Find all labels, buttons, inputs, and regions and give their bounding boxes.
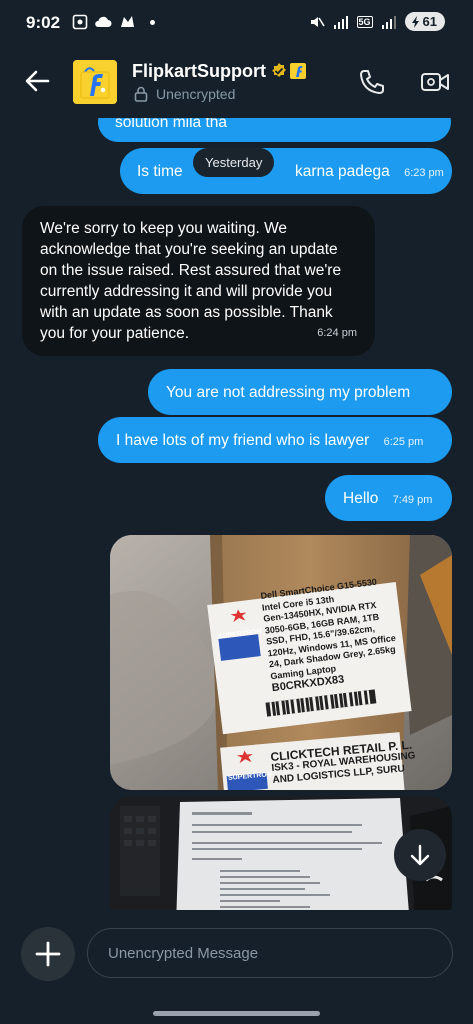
back-arrow-icon[interactable] — [22, 66, 52, 96]
message-time: 6:25 pm — [383, 436, 424, 448]
signal-icon — [333, 15, 348, 29]
message-bubble-incoming[interactable]: We're sorry to keep you waiting. We ackn… — [22, 206, 375, 356]
charging-icon — [411, 15, 419, 28]
encryption-status: Unencrypted — [134, 86, 235, 102]
status-notification-icons — [72, 14, 155, 30]
add-attachment-button[interactable] — [21, 927, 75, 981]
phone-icon[interactable] — [358, 68, 386, 96]
battery-indicator: 61 — [404, 12, 445, 31]
photo-attachment[interactable]: Dell SmartChoice G15-5530 Intel Core i5 … — [110, 535, 452, 790]
message-text: We're sorry to keep you waiting. We ackn… — [40, 220, 342, 342]
encryption-label: Unencrypted — [156, 86, 236, 102]
screenshot-icon — [72, 14, 88, 30]
status-bar: 9:02 5G 61 — [0, 0, 473, 46]
message-time: 6:23 pm — [404, 167, 444, 179]
battery-level: 61 — [422, 14, 437, 29]
message-text: Hello — [343, 490, 379, 507]
message-bubble-outgoing[interactable]: I have lots of my friend who is lawyer 6… — [98, 417, 452, 463]
flipkart-logo — [73, 60, 117, 104]
message-text: I have lots of my friend who is lawyer — [116, 432, 370, 449]
message-bubble-outgoing[interactable]: Hello 7:49 pm — [325, 475, 452, 521]
more-notifications-dot-icon — [150, 19, 155, 25]
message-text: You are not addressing my problem — [166, 384, 411, 401]
mute-icon — [310, 16, 325, 27]
business-badge-icon — [290, 63, 306, 79]
signal-2-icon — [381, 15, 396, 29]
avatar[interactable] — [73, 60, 117, 104]
network-type-badge: 5G — [356, 15, 373, 28]
lock-icon — [134, 86, 148, 102]
status-time: 9:02 — [26, 13, 61, 32]
scroll-to-bottom-button[interactable] — [394, 829, 446, 881]
verification-badges — [270, 62, 306, 82]
product-label: Dell SmartChoice G15-5530 Intel Core i5 … — [260, 570, 441, 694]
chat-header: FlipkartSupport Unencrypted — [0, 46, 473, 118]
message-time: 7:49 pm — [392, 494, 433, 506]
message-bubble-outgoing[interactable]: solution mila tha — [98, 118, 451, 142]
cloud-icon — [95, 16, 112, 27]
home-indicator[interactable] — [153, 1011, 320, 1016]
message-list[interactable]: solution mila tha Is time karna padega 6… — [0, 118, 473, 910]
message-time: 6:24 pm — [317, 327, 357, 339]
message-bubble-outgoing[interactable]: You are not addressing my problem — [148, 369, 452, 415]
message-composer — [0, 910, 473, 1024]
verified-badge-icon — [272, 63, 286, 77]
plus-icon — [35, 941, 61, 967]
video-camera-icon[interactable] — [420, 68, 450, 96]
message-text: Is time — [137, 163, 183, 180]
message-text: solution mila tha — [115, 118, 228, 131]
message-input[interactable] — [87, 928, 453, 978]
app-notification-icon — [121, 16, 134, 27]
message-text-continued: karna padega — [294, 163, 390, 180]
contact-name[interactable]: FlipkartSupport — [132, 61, 266, 82]
arrow-down-icon — [410, 844, 430, 866]
status-system-icons: 5G 61 — [309, 12, 445, 31]
date-divider: Yesterday — [193, 148, 275, 177]
message-bubble-outgoing[interactable]: Is time karna padega 6:23 pm — [120, 148, 452, 194]
